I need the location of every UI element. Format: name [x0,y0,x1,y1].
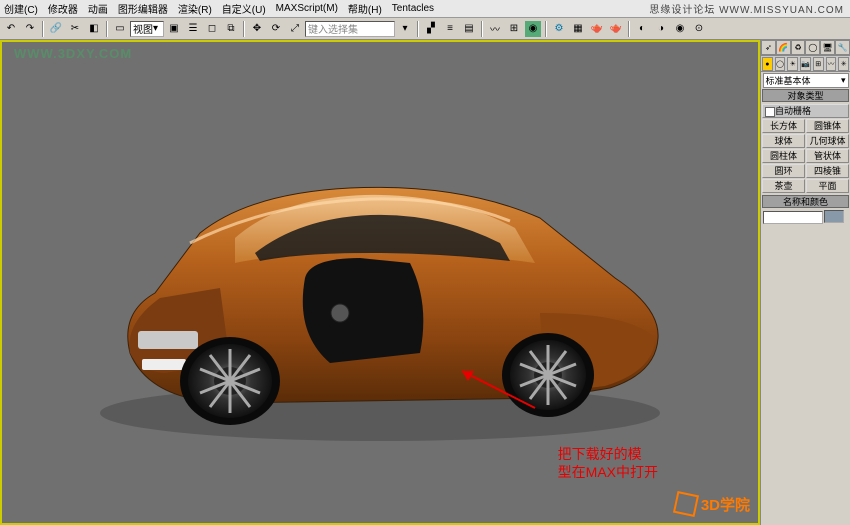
subtab-helpers-icon[interactable]: ⊞ [813,57,824,71]
rollout-name-color[interactable]: 名称和颜色 [762,195,849,208]
menu-graph[interactable]: 图形编辑器 [118,1,168,16]
xtra4-icon[interactable]: ⊙ [690,20,708,38]
tab-modify-icon[interactable]: 🌈 [776,40,791,55]
bind-icon[interactable]: ◧ [85,20,103,38]
cube-icon [673,491,699,517]
menu-modifier[interactable]: 修改器 [48,1,78,16]
tab-display-icon[interactable]: 🖥 [820,40,835,55]
render-frame-icon[interactable]: ▦ [569,20,587,38]
select-icon[interactable]: ▭ [111,20,129,38]
undo-icon[interactable]: ↶ [2,20,20,38]
schematic-icon[interactable]: ⊞ [505,20,523,38]
render-icon[interactable]: 🫖 [607,20,625,38]
select-region-icon[interactable]: ◻ [203,20,221,38]
unlink-icon[interactable]: ✂ [66,20,84,38]
xtra2-icon[interactable]: ◑ [652,20,670,38]
align-icon[interactable]: ≡ [441,20,459,38]
material-editor-icon[interactable]: ◉ [524,20,542,38]
mirror-icon[interactable]: ▞ [422,20,440,38]
subtab-shapes-icon[interactable]: ◯ [775,57,786,71]
menu-render[interactable]: 渲染(R) [178,1,212,16]
btn-tube[interactable]: 管状体 [806,149,849,163]
xtra3-icon[interactable]: ◉ [671,20,689,38]
btn-plane[interactable]: 平面 [806,179,849,193]
viewport[interactable]: 把下载好的模 型在MAX中打开 [0,40,760,525]
xtra1-icon[interactable]: ◐ [633,20,651,38]
panel-category-tabs: ➶ 🌈 ♻ ◯ 🖥 🔧 [761,40,850,56]
object-name-input[interactable] [763,211,823,224]
select-name-icon[interactable]: ☰ [184,20,202,38]
quick-render-icon[interactable]: 🫖 [588,20,606,38]
tab-utilities-icon[interactable]: 🔧 [835,40,850,55]
menu-tentacles[interactable]: Tentacles [392,3,434,14]
redo-icon[interactable]: ↷ [21,20,39,38]
btn-cylinder[interactable]: 圆柱体 [762,149,805,163]
command-panel: ➶ 🌈 ♻ ◯ 🖥 🔧 ● ◯ ☀ 📷 ⊞ 〰 ✳ 标准基本体▾ 对象类型 自动… [760,40,850,525]
select-object-icon[interactable]: ▣ [165,20,183,38]
subtab-lights-icon[interactable]: ☀ [787,57,798,71]
header-branding: 思缘设计论坛 WWW.MISSYUAN.COM [649,1,844,16]
main-toolbar: ↶ ↷ 🔗 ✂ ◧ ▭ 视图▾ ▣ ☰ ◻ ⧉ ✥ ⟳ ⤢ 键入选择集 ▾ ▞ … [0,18,850,40]
tab-motion-icon[interactable]: ◯ [805,40,820,55]
rollout-object-type[interactable]: 对象类型 [762,89,849,102]
geometry-type-dropdown[interactable]: 标准基本体▾ [763,73,849,88]
tab-create-icon[interactable]: ➶ [761,40,776,55]
menu-help[interactable]: 帮助(H) [348,1,382,16]
layers-icon[interactable]: ▤ [460,20,478,38]
btn-teapot[interactable]: 茶壶 [762,179,805,193]
watermark-left: WWW.3DXY.COM [14,46,132,61]
rotate-icon[interactable]: ⟳ [267,20,285,38]
btn-box[interactable]: 长方体 [762,119,805,133]
window-crossing-icon[interactable]: ⧉ [222,20,240,38]
menu-maxscript[interactable]: MAXScript(M) [276,3,338,14]
btn-sphere[interactable]: 球体 [762,134,805,148]
create-subtabs: ● ◯ ☀ 📷 ⊞ 〰 ✳ [761,56,850,72]
tab-hierarchy-icon[interactable]: ♻ [791,40,806,55]
selection-set-dropdown[interactable]: 键入选择集 [305,21,395,37]
link-icon[interactable]: 🔗 [47,20,65,38]
object-color-swatch[interactable] [824,210,844,223]
btn-cone[interactable]: 圆锥体 [806,119,849,133]
btn-geosphere[interactable]: 几何球体 [806,134,849,148]
subtab-geometry-icon[interactable]: ● [762,57,773,71]
btn-pyramid[interactable]: 四棱锥 [806,164,849,178]
watermark-bottom-right: 3D学院 [675,493,750,515]
subtab-systems-icon[interactable]: ✳ [838,57,849,71]
chevron-down-icon: ▾ [841,75,846,86]
menu-anim[interactable]: 动画 [88,1,108,16]
menu-create[interactable]: 创建(C) [4,1,38,16]
curve-editor-icon[interactable]: 〰 [486,20,504,38]
render-setup-icon[interactable]: ⚙ [550,20,568,38]
dropdown-chevron-icon[interactable]: ▾ [396,20,414,38]
btn-torus[interactable]: 圆环 [762,164,805,178]
ref-coord-dropdown[interactable]: 视图▾ [130,21,164,37]
scale-icon[interactable]: ⤢ [286,20,304,38]
menu-custom[interactable]: 自定义(U) [222,1,266,16]
car-model [70,103,690,463]
subtab-cameras-icon[interactable]: 📷 [800,57,811,71]
move-icon[interactable]: ✥ [248,20,266,38]
subtab-spacewarps-icon[interactable]: 〰 [826,57,837,71]
autogrid-checkbox[interactable]: 自动栅格 [762,104,849,118]
